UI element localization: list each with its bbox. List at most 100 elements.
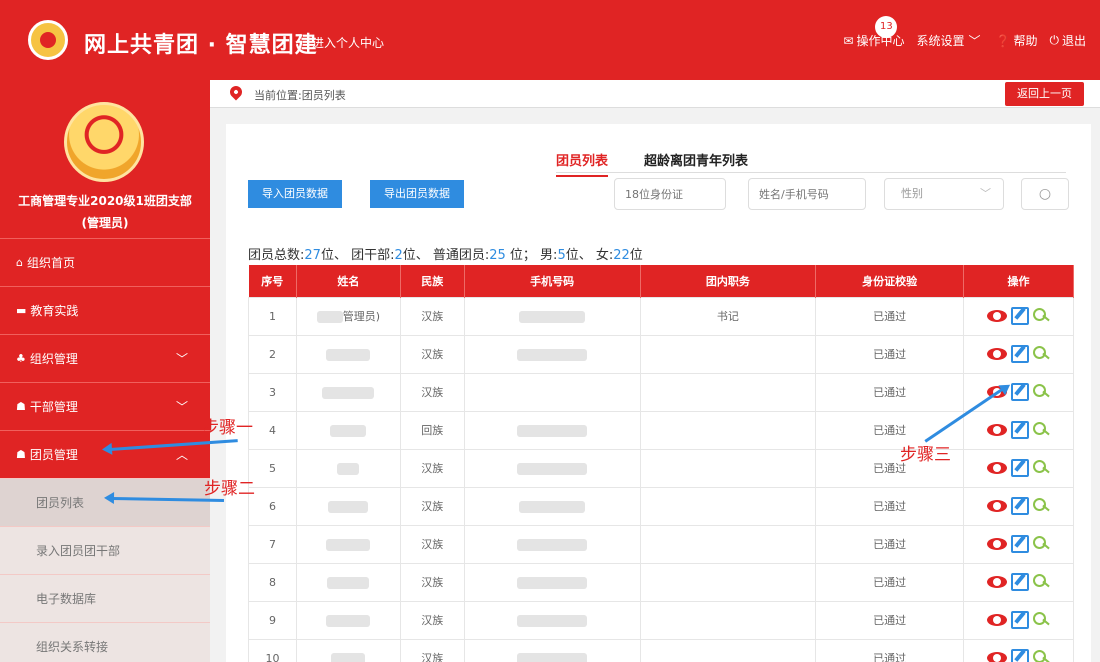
cell-phone: [463, 372, 641, 412]
search-button[interactable]: ○: [1021, 178, 1069, 210]
sidebar-subitem-database[interactable]: 电子数据库: [0, 574, 210, 622]
sidebar-item-home[interactable]: ⌂ 组织首页: [0, 238, 210, 286]
sitemap-icon: ♣: [16, 352, 26, 365]
edit-icon[interactable]: [1010, 535, 1029, 553]
chevron-down-icon: ﹀: [968, 34, 981, 48]
col-header-no: 序号: [248, 265, 297, 297]
redacted-phone: [519, 500, 586, 513]
cell-ethnicity: 汉族: [399, 448, 465, 488]
cell-no: 10: [248, 638, 297, 662]
mail-icon: ✉: [843, 33, 854, 48]
tab-divider: [556, 172, 1066, 173]
edit-icon[interactable]: [1010, 649, 1029, 662]
cell-actions: [963, 562, 1074, 602]
chevron-down-icon: ﹀: [980, 187, 991, 200]
cell-name: [295, 562, 401, 602]
settings-label: 系统设置: [916, 34, 965, 48]
key-icon[interactable]: [1032, 611, 1051, 629]
cell-ethnicity: 汉族: [399, 524, 465, 564]
redacted-phone: [519, 310, 586, 323]
back-button[interactable]: 返回上一页: [1005, 82, 1084, 106]
cell-name: 管理员): [295, 296, 401, 336]
cell-phone: [463, 562, 641, 602]
key-icon[interactable]: [1032, 497, 1051, 515]
sidebar-item-org-management[interactable]: ♣ 组织管理 ﹀: [0, 334, 210, 382]
cell-name: [295, 334, 401, 374]
key-icon[interactable]: [1032, 573, 1051, 591]
help-link[interactable]: ❓ 帮助: [996, 32, 1038, 49]
cell-phone: [463, 600, 641, 640]
sidebar-subitem-label: 电子数据库: [36, 592, 97, 606]
view-icon[interactable]: [986, 614, 1007, 626]
edit-icon[interactable]: [1010, 459, 1029, 477]
logout-link[interactable]: ⏻ 退出: [1049, 32, 1086, 49]
redacted-name: [322, 386, 375, 399]
view-icon[interactable]: [986, 310, 1007, 322]
edit-icon[interactable]: [1010, 611, 1029, 629]
view-icon[interactable]: [986, 348, 1007, 360]
summary-text: 团员总数:: [248, 248, 305, 263]
cell-phone: [463, 638, 641, 662]
sidebar-item-education[interactable]: ▬ 教育实践: [0, 286, 210, 334]
key-icon[interactable]: [1032, 535, 1051, 553]
breadcrumb: 当前位置:团员列表: [254, 89, 346, 102]
view-icon[interactable]: [986, 652, 1007, 662]
sidebar-subitem-enter-members[interactable]: 录入团员团干部: [0, 526, 210, 574]
col-header-name: 姓名: [296, 265, 401, 297]
key-icon[interactable]: [1032, 459, 1051, 477]
personal-center-link[interactable]: 进入个人中心: [312, 34, 384, 51]
total-count: 27: [304, 248, 321, 263]
col-header-id-check: 身份证校验: [815, 265, 965, 297]
row-actions: [964, 497, 1073, 515]
view-icon[interactable]: [986, 500, 1007, 512]
cell-phone: [463, 486, 641, 526]
sidebar-item-label: 组织首页: [26, 256, 75, 270]
view-icon[interactable]: [986, 576, 1007, 588]
league-emblem-icon: [64, 102, 144, 182]
sidebar-item-label: 团员管理: [29, 448, 78, 462]
cell-position: 书记: [639, 296, 817, 336]
site-title: 网上共青团 · 智慧团建: [84, 33, 318, 58]
settings-menu[interactable]: 系统设置 ﹀: [916, 32, 983, 49]
edit-icon[interactable]: [1010, 421, 1029, 439]
gender-select[interactable]: 性别 ﹀: [884, 178, 1004, 210]
summary-text: 位、 女:: [565, 248, 614, 263]
key-icon[interactable]: [1032, 383, 1051, 401]
cell-actions: [963, 524, 1074, 564]
id-number-input[interactable]: [614, 178, 726, 210]
sidebar: 工商管理专业2020级1班团支部 (管理员) ⌂ 组织首页 ▬ 教育实践 ♣ 组…: [0, 80, 210, 662]
edit-icon[interactable]: [1010, 383, 1029, 401]
export-button[interactable]: 导出团员数据: [370, 180, 464, 208]
cell-no: 1: [248, 296, 297, 336]
users-icon: ☗: [16, 448, 26, 461]
row-actions: [964, 573, 1073, 591]
cell-phone: [463, 448, 641, 488]
key-icon[interactable]: [1032, 307, 1051, 325]
sidebar-subitem-transfer[interactable]: 组织关系转接: [0, 622, 210, 662]
edit-icon[interactable]: [1010, 497, 1029, 515]
sidebar-item-cadre-management[interactable]: ☗ 干部管理 ﹀: [0, 382, 210, 430]
cell-id-check: 已通过: [815, 600, 965, 640]
cell-no: 9: [248, 600, 297, 640]
table-body: 1 管理员) 汉族 书记 已通过 2 汉族 已通过 3 汉族 已通过 4 回族 已通过 5 汉族 已通过 6 汉族已…: [248, 296, 1074, 662]
step1-label: 步骤一: [202, 418, 253, 438]
key-icon[interactable]: [1032, 649, 1051, 662]
redacted-phone: [517, 348, 588, 361]
name-phone-input[interactable]: [748, 178, 866, 210]
view-icon[interactable]: [986, 538, 1007, 550]
operations-center-link[interactable]: ✉ 操作中心 13: [843, 16, 904, 49]
view-icon[interactable]: [986, 424, 1007, 436]
edit-icon[interactable]: [1010, 573, 1029, 591]
import-button[interactable]: 导入团员数据: [248, 180, 342, 208]
row-actions: [964, 383, 1073, 401]
row-actions: [964, 535, 1073, 553]
edit-icon[interactable]: [1010, 345, 1029, 363]
home-icon: ⌂: [16, 256, 23, 269]
org-name-text: 工商管理专业2020级1班团支部: [18, 194, 192, 208]
redacted-name: [337, 462, 360, 475]
key-icon[interactable]: [1032, 345, 1051, 363]
cell-phone: [463, 334, 641, 374]
edit-icon[interactable]: [1010, 307, 1029, 325]
key-icon[interactable]: [1032, 421, 1051, 439]
view-icon[interactable]: [986, 462, 1007, 474]
